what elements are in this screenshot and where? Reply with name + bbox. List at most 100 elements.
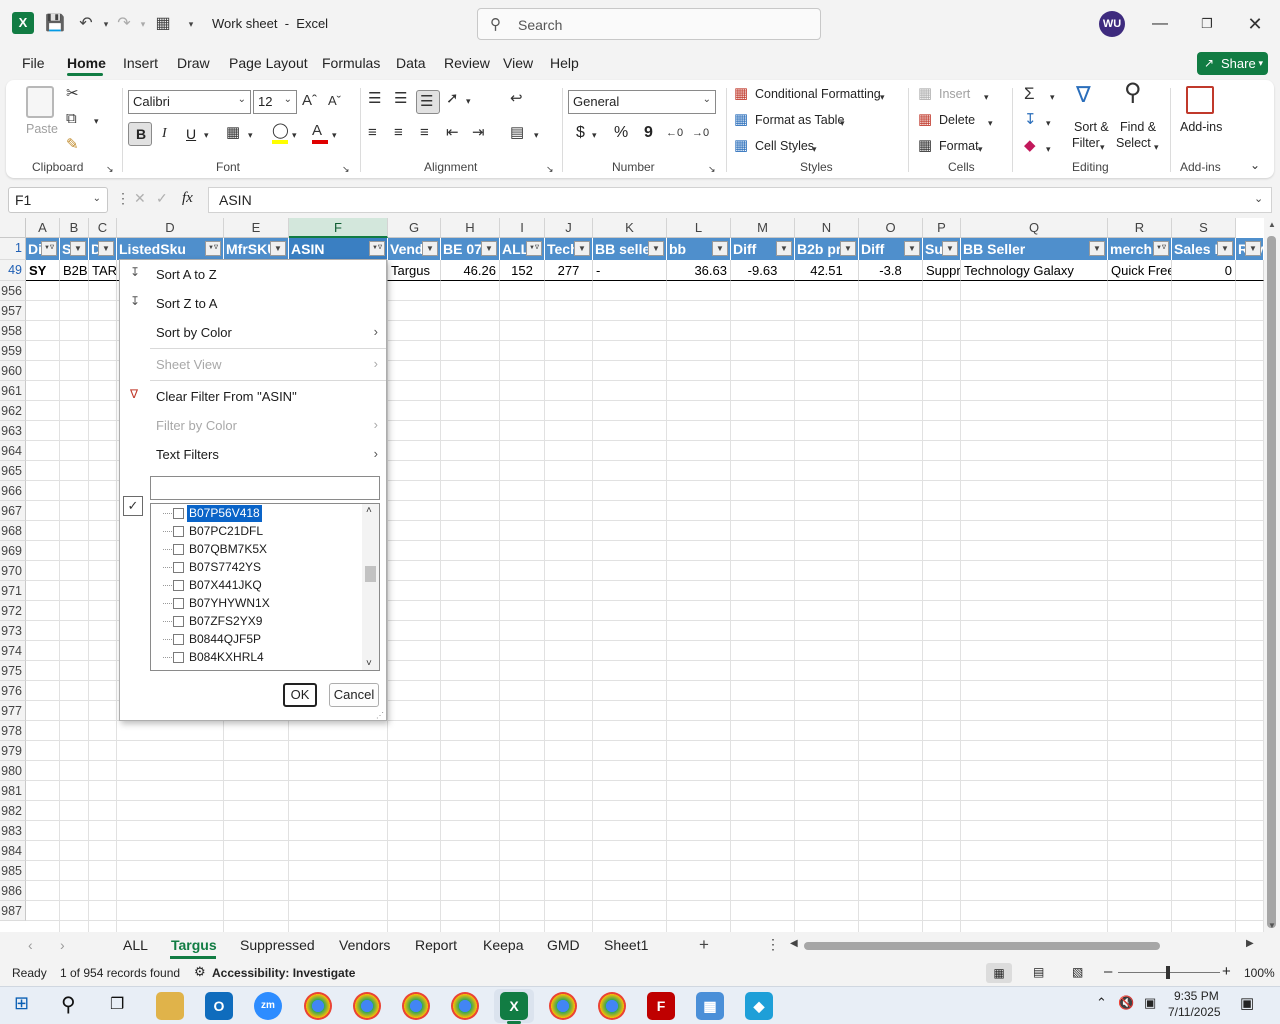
filter-dropdown-icon[interactable]: ▼ — [648, 241, 664, 256]
table-cell[interactable]: Quick Free — [1108, 260, 1172, 281]
minimize-icon[interactable]: — — [1145, 10, 1175, 38]
chrome-profile-icon[interactable] — [402, 992, 430, 1020]
chrome-profile-icon[interactable] — [598, 992, 626, 1020]
borders-icon[interactable]: ▦ — [226, 124, 240, 142]
decrease-indent-icon[interactable]: ⇤ — [446, 124, 459, 142]
fill-icon[interactable]: ↧ — [1024, 111, 1037, 129]
close-icon[interactable]: ✕ — [1240, 10, 1270, 38]
scroll-down-icon[interactable]: ▼ — [1268, 921, 1276, 930]
column-header-j[interactable]: J — [545, 218, 593, 238]
row-header[interactable]: 963 — [0, 421, 26, 441]
row-header[interactable]: 976 — [0, 681, 26, 701]
page-break-view-icon[interactable]: ▧ — [1072, 965, 1083, 979]
autosum-dropdown-icon[interactable]: ▾ — [1050, 88, 1055, 106]
name-box[interactable]: F1 ⌄ — [8, 187, 108, 213]
row-header[interactable]: 971 — [0, 581, 26, 601]
table-cell[interactable]: 46.26 — [441, 260, 500, 281]
undo-icon[interactable]: ↶ — [76, 14, 96, 34]
excel-taskbar-icon[interactable]: X — [500, 992, 528, 1020]
chrome-profile-icon[interactable] — [549, 992, 577, 1020]
cancel-button[interactable]: Cancel — [329, 683, 379, 707]
merge-dropdown-icon[interactable]: ▾ — [534, 126, 539, 144]
row-header[interactable]: 966 — [0, 481, 26, 501]
chrome-icon[interactable] — [304, 992, 332, 1020]
row-header[interactable]: 961 — [0, 381, 26, 401]
row-header[interactable]: 972 — [0, 601, 26, 621]
row-header[interactable]: 980 — [0, 761, 26, 781]
clear-filter[interactable]: Clear Filter From "ASIN" — [156, 389, 297, 404]
scroll-right-icon[interactable]: ▶ — [1246, 938, 1254, 949]
column-header-l[interactable]: L — [667, 218, 731, 238]
sheet-tab-gmd[interactable]: GMD — [547, 937, 580, 953]
table-cell[interactable]: TAR — [89, 260, 117, 281]
chrome-profile-icon[interactable] — [353, 992, 381, 1020]
format-table-dropdown-icon[interactable]: ▾ — [840, 114, 845, 132]
filter-active-icon[interactable]: ▼∇ — [41, 241, 57, 256]
paste-icon[interactable] — [26, 86, 54, 118]
filter-active-icon[interactable]: ▼∇ — [1153, 241, 1169, 256]
table-cell[interactable]: -3.8 — [859, 260, 923, 281]
column-header-d[interactable]: D — [117, 218, 224, 238]
format-cells-button[interactable]: Format — [939, 139, 979, 153]
insert-cells-button[interactable]: Insert — [939, 87, 970, 101]
table-cell[interactable]: 0 — [1172, 260, 1236, 281]
restore-icon[interactable]: ❐ — [1192, 10, 1222, 38]
clear-dropdown-icon[interactable]: ▾ — [1046, 140, 1051, 158]
sheet-view[interactable]: Sheet View — [156, 357, 222, 372]
sort-z-to-a[interactable]: Sort Z to A — [156, 296, 217, 311]
select-all-corner[interactable] — [0, 218, 26, 238]
tab-help[interactable]: Help — [550, 55, 579, 71]
decrease-decimal-icon[interactable]: →0 — [692, 124, 709, 142]
row-header[interactable]: 49 — [0, 260, 26, 281]
column-header-h[interactable]: H — [441, 218, 500, 238]
sheet-tab-suppressed[interactable]: Suppressed — [240, 937, 315, 953]
font-color-icon[interactable]: A — [312, 122, 322, 140]
customize-toolbar-icon[interactable]: ▾ — [181, 14, 201, 34]
column-header-m[interactable]: M — [731, 218, 795, 238]
column-header-c[interactable]: C — [89, 218, 117, 238]
cell-styles-button[interactable]: Cell Styles — [755, 139, 814, 153]
sheet-tab-sheet1[interactable]: Sheet1 — [604, 937, 648, 953]
calculator-app-icon[interactable]: ▦ — [696, 992, 724, 1020]
tab-draw[interactable]: Draw — [177, 55, 210, 71]
find-select-dropdown-icon[interactable]: ▾ — [1154, 138, 1159, 156]
show-hidden-icons[interactable]: ⌃ — [1096, 995, 1107, 1011]
currency-button[interactable]: $ — [576, 124, 585, 142]
checkbox-icon[interactable] — [173, 616, 184, 627]
filter-dropdown-icon[interactable]: ▼ — [481, 241, 497, 256]
resize-grip-icon[interactable]: ⋰ — [376, 711, 384, 720]
filter-dropdown-icon[interactable]: ▼ — [712, 241, 728, 256]
filter-dropdown-icon[interactable]: ▼ — [904, 241, 920, 256]
formula-input[interactable]: ASIN — [208, 187, 1272, 213]
scroll-up-icon[interactable]: ▲ — [1268, 220, 1276, 229]
checkbox-icon[interactable] — [173, 526, 184, 537]
conditional-formatting-icon[interactable]: ▦ — [734, 85, 748, 103]
file-explorer-icon[interactable] — [156, 992, 184, 1020]
accessibility-status[interactable]: Accessibility: Investigate — [212, 966, 355, 980]
calculator-icon[interactable]: ▦ — [153, 14, 173, 34]
undo-dropdown-icon[interactable]: ▾ — [96, 14, 116, 34]
sort-filter-label-1[interactable]: Sort & — [1074, 120, 1109, 134]
zoom-out-icon[interactable]: – — [1104, 963, 1112, 980]
cut-icon[interactable]: ✂ — [66, 85, 79, 103]
comma-button[interactable]: 9 — [644, 124, 653, 142]
row-header[interactable]: 978 — [0, 721, 26, 741]
row-header[interactable]: 983 — [0, 821, 26, 841]
table-cell[interactable]: Targus — [388, 260, 441, 281]
format-dropdown-icon[interactable]: ▾ — [978, 140, 983, 158]
filter-dropdown-icon[interactable]: ▼ — [942, 241, 958, 256]
column-header-e[interactable]: E — [224, 218, 289, 238]
clear-icon[interactable]: ◆ — [1024, 137, 1036, 155]
tab-formulas[interactable]: Formulas — [322, 55, 380, 71]
add-ins-button[interactable]: Add-ins — [1180, 120, 1222, 134]
sheet-tab-report[interactable]: Report — [415, 937, 457, 953]
clock-date[interactable]: 7/11/2025 — [1168, 1005, 1221, 1019]
font-color-dropdown-icon[interactable]: ▾ — [332, 126, 337, 144]
notifications-icon[interactable]: ▣ — [1240, 994, 1254, 1012]
row-header[interactable]: 977 — [0, 701, 26, 721]
redo-dropdown-icon[interactable]: ▾ — [133, 14, 153, 34]
align-middle-icon[interactable]: ☰ — [394, 90, 407, 108]
chevron-down-icon[interactable]: ˅ — [366, 658, 372, 669]
checkbox-icon[interactable] — [173, 580, 184, 591]
tab-view[interactable]: View — [503, 55, 533, 71]
